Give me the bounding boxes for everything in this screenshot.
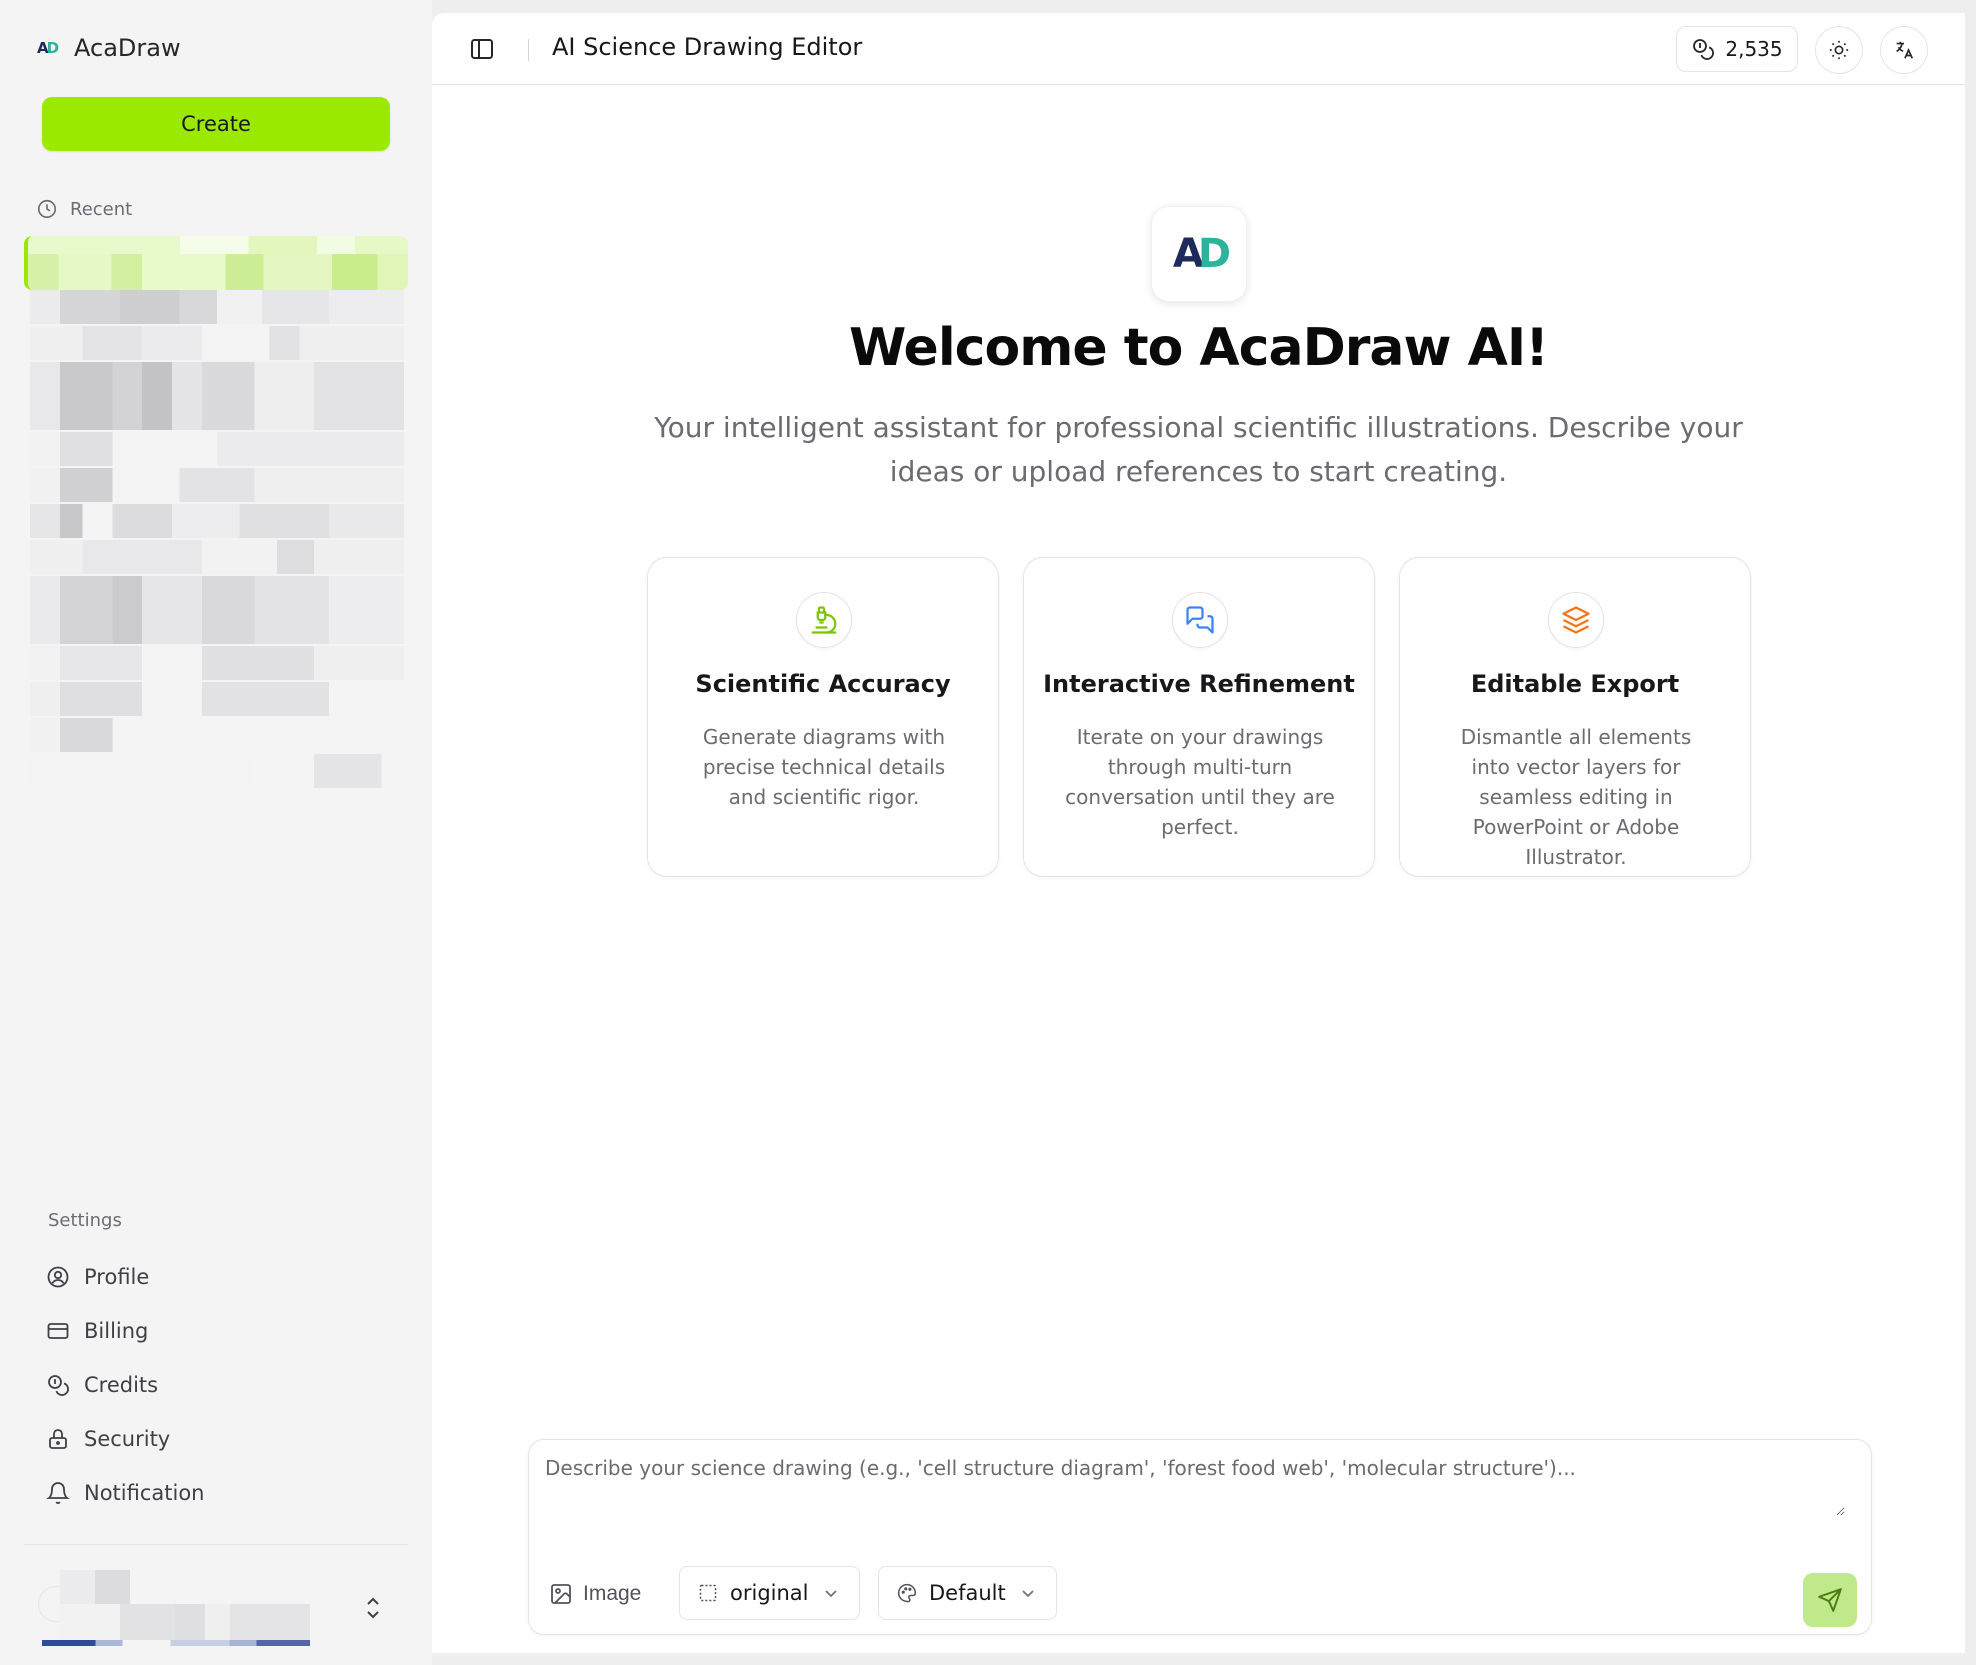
recent-label: Recent	[70, 198, 133, 220]
feature-title: Scientific Accuracy	[695, 670, 951, 698]
clock-icon	[37, 199, 57, 219]
aspect-ratio-select[interactable]: original	[679, 1566, 860, 1620]
chevron-down-icon	[824, 1590, 837, 1598]
palette-icon	[897, 1583, 917, 1603]
dashed-square-icon	[699, 1584, 717, 1602]
image-upload-label: Image	[583, 1582, 642, 1605]
recent-item-active[interactable]	[24, 236, 408, 290]
settings-item-profile[interactable]: Profile	[46, 1250, 406, 1304]
settings-item-label: Credits	[84, 1373, 159, 1397]
recent-header: Recent	[36, 198, 132, 220]
style-value: Default	[929, 1581, 1006, 1605]
welcome-heading: Welcome to AcaDraw AI!	[849, 318, 1549, 378]
topbar: AI Science Drawing Editor 2,535	[432, 13, 1965, 85]
feature-card-scientific-accuracy: Scientific Accuracy Generate diagrams wi…	[647, 557, 999, 877]
recent-list-redacted[interactable]	[30, 290, 404, 790]
coins-icon	[48, 1375, 69, 1396]
panel-left-icon	[471, 39, 493, 59]
create-button[interactable]: Create	[42, 97, 390, 151]
page-title: AI Science Drawing Editor	[552, 33, 863, 61]
feature-description: Dismantle all elements into vector layer…	[1460, 725, 1692, 869]
feature-description: Generate diagrams with precise technical…	[702, 725, 946, 809]
credits-count: 2,535	[1725, 37, 1783, 61]
user-menu[interactable]	[34, 1568, 404, 1650]
feature-icon-wrap	[1548, 592, 1604, 648]
feature-card-editable-export: Editable Export Dismantle all elements i…	[1399, 557, 1751, 877]
send-button[interactable]	[1803, 1573, 1857, 1627]
send-icon	[1818, 1588, 1842, 1612]
feature-icon-wrap	[796, 592, 852, 648]
settings-list: Profile Billing Credits Security Notific…	[46, 1250, 406, 1520]
chat-icon	[1186, 606, 1214, 634]
hero-logo: AD	[1151, 206, 1247, 302]
chevron-down-icon	[1022, 1590, 1034, 1598]
coins-icon	[1693, 39, 1715, 60]
profile-icon	[47, 1266, 69, 1288]
prompt-composer: Image original Default	[528, 1439, 1872, 1635]
settings-header: Settings	[48, 1210, 122, 1231]
aspect-ratio-value: original	[730, 1581, 809, 1605]
feature-card-interactive-refinement: Interactive Refinement Iterate on your d…	[1023, 557, 1375, 877]
credits-badge[interactable]: 2,535	[1676, 26, 1798, 72]
bell-icon	[46, 1482, 70, 1504]
chevron-up-down-icon[interactable]	[362, 1594, 384, 1622]
settings-item-billing[interactable]: Billing	[46, 1304, 406, 1358]
feature-icon-wrap	[1172, 592, 1228, 648]
style-select[interactable]: Default	[878, 1566, 1057, 1620]
settings-item-notification[interactable]: Notification	[46, 1466, 406, 1520]
language-button[interactable]	[1880, 26, 1928, 74]
sidebar-divider	[24, 1544, 408, 1545]
main-panel: AI Science Drawing Editor 2,535 AD Welco…	[432, 13, 1965, 1653]
image-upload-button[interactable]: Image	[549, 1576, 641, 1612]
translate-icon	[1896, 41, 1914, 59]
settings-item-label: Profile	[84, 1265, 150, 1289]
prompt-input[interactable]	[545, 1456, 1845, 1516]
sidebar-toggle-button[interactable]	[468, 35, 496, 63]
topbar-separator	[528, 39, 529, 61]
settings-item-credits[interactable]: Credits	[46, 1358, 406, 1412]
app-name: AcaDraw	[74, 34, 181, 62]
credit-card-icon	[47, 1323, 69, 1339]
settings-item-label: Notification	[84, 1481, 205, 1505]
app-logo-icon: AD	[36, 39, 59, 57]
feature-title: Editable Export	[1470, 670, 1680, 698]
settings-item-label: Billing	[84, 1319, 149, 1343]
image-icon	[551, 1584, 571, 1604]
welcome-subtitle: Your intelligent assistant for professio…	[654, 411, 1743, 488]
feature-title: Interactive Refinement	[1043, 670, 1355, 698]
brand[interactable]: AD AcaDraw	[34, 34, 181, 62]
feature-description: Iterate on your drawings through multi-t…	[1065, 725, 1335, 839]
settings-item-security[interactable]: Security	[46, 1412, 406, 1466]
layers-icon	[1562, 606, 1590, 634]
settings-item-label: Security	[84, 1427, 171, 1451]
theme-toggle-button[interactable]	[1815, 26, 1863, 74]
lock-icon	[49, 1429, 67, 1449]
sun-icon	[1829, 40, 1849, 60]
app-logo-icon: AD	[1172, 231, 1231, 277]
microscope-icon	[811, 606, 837, 634]
sidebar: AD AcaDraw Create Recent Settings Profil…	[0, 0, 432, 1665]
